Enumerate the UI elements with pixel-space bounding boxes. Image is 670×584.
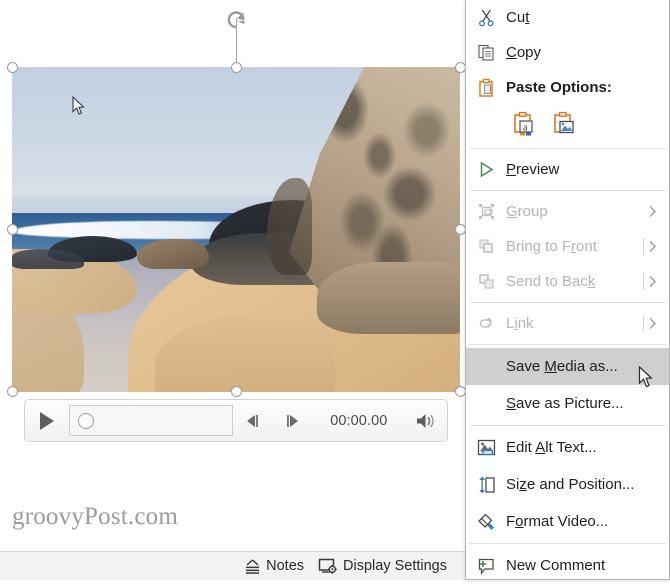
play-button[interactable] [25, 400, 69, 441]
svg-text:a: a [523, 123, 528, 134]
menu-separator [469, 190, 666, 191]
menu-item-label: Link [506, 315, 534, 332]
media-playback-bar[interactable]: 00:00.00 [24, 399, 448, 442]
notes-chevron-icon [246, 559, 260, 574]
menu-item-label: Size and Position... [506, 476, 635, 493]
scissors-icon [466, 0, 506, 35]
menu-item-send-to-back[interactable]: Send to Back [466, 264, 669, 299]
chevron-right-icon [641, 317, 663, 330]
chevron-right-icon [641, 275, 663, 288]
play-triangle-icon [39, 411, 54, 430]
menu-item-edit-alt-text[interactable]: Edit Alt Text... [466, 429, 669, 466]
menu-item-size-and-position[interactable]: Size and Position... [466, 466, 669, 503]
selection-handle-top-center[interactable] [231, 62, 242, 73]
menu-item-label: Group [506, 203, 548, 220]
menu-item-new-comment[interactable]: New Comment [466, 547, 669, 584]
menu-separator [469, 344, 666, 345]
menu-item-no-icon [466, 349, 506, 384]
menu-separator [469, 302, 666, 303]
next-frame-button[interactable] [273, 400, 313, 441]
menu-item-label: Send to Back [506, 273, 596, 290]
chevron-right-icon [641, 240, 663, 253]
beach-photo [12, 67, 460, 392]
menu-separator [469, 425, 666, 426]
volume-button[interactable] [405, 400, 447, 441]
menu-item-divider [643, 238, 644, 255]
status-bar: Notes Display Settings [0, 551, 465, 580]
menu-item-preview[interactable]: Preview [466, 152, 669, 187]
selection-handle-bottom-left[interactable] [7, 386, 18, 397]
paste-options-row[interactable]: a [466, 105, 669, 145]
format-paint-icon [466, 504, 506, 539]
menu-item-bring-to-front[interactable]: Bring to Front [466, 229, 669, 264]
mouse-cursor-on-picture [72, 96, 85, 115]
new-comment-icon [466, 548, 506, 583]
menu-item-divider [643, 273, 644, 290]
chevron-right-icon [641, 205, 663, 218]
send-back-icon [466, 264, 506, 299]
menu-item-label: New Comment [506, 557, 606, 574]
previous-frame-icon [246, 414, 258, 427]
menu-item-label: Paste Options: [506, 79, 612, 96]
menu-item-label: Copy [506, 44, 542, 61]
menu-separator [469, 148, 666, 149]
playback-progress-thumb[interactable] [77, 413, 94, 429]
rotate-handle-icon[interactable] [223, 6, 251, 34]
menu-item-label: Save as Picture... [506, 395, 624, 412]
menu-item-save-as-picture[interactable]: Save as Picture... [466, 385, 669, 422]
menu-item-label: Preview [506, 161, 560, 178]
playback-progress-slider[interactable] [68, 405, 233, 436]
photo-rock-left-flat [12, 249, 84, 269]
menu-item-label: Bring to Front [506, 238, 597, 255]
menu-item-paste-options[interactable]: Paste Options: [466, 70, 669, 105]
context-menu[interactable]: Cut Copy Paste Options: a Preview Group … [465, 0, 670, 580]
clipboard-icon [466, 70, 506, 105]
menu-separator [469, 543, 666, 544]
playback-time: 00:00.00 [330, 412, 388, 429]
photo-rock-tan [137, 239, 210, 269]
alt-text-image-icon [466, 430, 506, 465]
paste-option-picture-button[interactable] [552, 111, 578, 139]
preview-play-icon [466, 152, 506, 187]
bring-front-icon [466, 229, 506, 264]
selection-handle-middle-left[interactable] [7, 224, 18, 235]
menu-item-label: Edit Alt Text... [506, 439, 597, 456]
menu-item-format-video[interactable]: Format Video... [466, 503, 669, 540]
display-settings-icon [318, 558, 337, 574]
copy-pages-icon [466, 35, 506, 70]
menu-item-no-icon [466, 386, 506, 421]
group-objects-icon [466, 194, 506, 229]
next-frame-icon [287, 414, 299, 427]
menu-item-copy[interactable]: Copy [466, 35, 669, 70]
mouse-cursor [638, 366, 653, 388]
menu-item-group[interactable]: Group [466, 194, 669, 229]
menu-item-cut[interactable]: Cut [466, 0, 669, 35]
selection-handle-top-left[interactable] [7, 62, 18, 73]
link-chain-icon [466, 306, 506, 341]
menu-item-label: Cut [506, 9, 530, 26]
paste-option-keep-text-only-button[interactable]: a [512, 111, 538, 139]
video-placeholder-object[interactable] [12, 67, 460, 392]
status-item-label: Display Settings [343, 558, 447, 574]
previous-frame-button[interactable] [233, 400, 273, 441]
status-item-notes[interactable]: Notes [243, 557, 304, 575]
menu-item-link[interactable]: Link [466, 306, 669, 341]
size-position-icon [466, 467, 506, 502]
menu-item-label: Format Video... [506, 513, 609, 530]
menu-item-divider [643, 315, 644, 332]
watermark-text: groovyPost.com [12, 503, 178, 530]
photo-rock-base [316, 262, 460, 334]
status-item-display-settings[interactable]: Display Settings [318, 557, 447, 575]
status-item-label: Notes [266, 558, 305, 574]
selection-handle-bottom-center[interactable] [231, 386, 242, 397]
volume-speaker-icon [417, 413, 434, 428]
